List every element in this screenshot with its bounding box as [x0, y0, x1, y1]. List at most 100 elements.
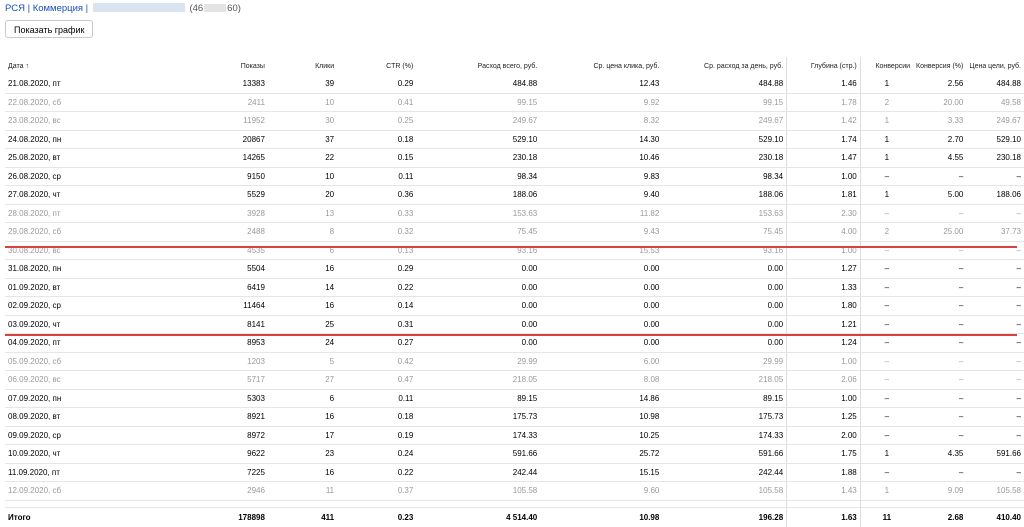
value-cell: –	[966, 426, 1024, 445]
value-cell: 0.29	[337, 259, 417, 279]
value-cell: 25.00	[913, 222, 967, 242]
value-cell: 0.00	[540, 259, 663, 279]
date-cell: 11.09.2020, пт	[5, 463, 132, 482]
value-cell: 6419	[131, 278, 268, 297]
value-cell: 0.36	[337, 185, 417, 205]
value-cell: 0.11	[337, 389, 417, 408]
value-cell: 0.15	[337, 148, 417, 168]
column-header[interactable]: Конверсии	[859, 57, 914, 75]
value-cell: 1	[859, 75, 914, 94]
value-cell: 175.73	[416, 407, 541, 427]
total-cell: 10.98	[639, 512, 660, 522]
value-cell: 2.06	[786, 370, 861, 390]
value-cell: 9.92	[540, 93, 663, 112]
total-cell: 2.68	[947, 512, 964, 522]
value-cell: 10	[267, 93, 338, 112]
column-header[interactable]: Глубина (стр.)	[786, 57, 861, 75]
value-cell: 218.05	[416, 370, 541, 390]
date-cell: 21.08.2020, пт	[5, 75, 132, 94]
value-cell: 10.46	[540, 148, 663, 168]
column-header[interactable]: CTR (%)	[337, 57, 416, 75]
date-cell: 12.09.2020, сб	[5, 481, 132, 501]
value-cell: –	[913, 296, 967, 316]
redacted-id-part	[204, 4, 227, 12]
column-header[interactable]: Расход всего, руб.	[416, 57, 540, 75]
value-cell: 7225	[131, 463, 268, 482]
value-cell: –	[859, 259, 914, 279]
value-cell: 0.00	[662, 296, 787, 316]
date-cell: 06.09.2020, вс	[5, 370, 132, 390]
total-cell: 411	[321, 512, 335, 522]
value-cell: 105.58	[416, 481, 541, 501]
value-cell: 22	[267, 148, 338, 168]
value-cell: 39	[267, 75, 338, 94]
value-cell: 0.14	[337, 296, 417, 316]
table-row: 11.09.2020, пт 7225 16 0.22 242.44 15.15 242.4…	[5, 463, 1024, 482]
value-cell: 484.88	[416, 75, 541, 94]
total-row: Итого 178898 411 0.23 4 514.40 10.98 196.28 1.6…	[5, 507, 1024, 527]
value-cell: 2411	[131, 93, 268, 112]
value-cell: 75.45	[662, 222, 787, 242]
column-header[interactable]: Цена цели, руб.	[966, 57, 1024, 75]
table-row: 10.09.2020, чт 9622 23 0.24 591.66 25.72 591.6…	[5, 444, 1024, 464]
value-cell: –	[913, 204, 967, 223]
total-cell: 196.28	[758, 512, 784, 522]
value-cell: 0.00	[416, 278, 541, 297]
value-cell: 75.45	[416, 222, 541, 242]
value-cell: 1.47	[786, 148, 861, 168]
value-cell: 27	[267, 370, 338, 390]
value-cell: 1.33	[786, 278, 861, 297]
value-cell: –	[913, 259, 967, 279]
value-cell: 11.82	[540, 204, 663, 223]
value-cell: 230.18	[416, 148, 541, 168]
value-cell: 93.16	[662, 241, 787, 260]
value-cell: 20	[267, 185, 338, 205]
value-cell: 16	[267, 463, 338, 482]
value-cell: 5.00	[913, 185, 967, 205]
date-cell: 22.08.2020, сб	[5, 93, 132, 112]
show-chart-button[interactable]: Показать график	[5, 20, 94, 38]
stats-table: Дата ↑ Показы Клики CTR (%) Расход всего, ру…	[5, 57, 1024, 527]
column-header[interactable]: Клики	[268, 57, 337, 75]
column-header-date-sort[interactable]: Дата ↑	[5, 57, 132, 75]
value-cell: 0.00	[540, 278, 663, 297]
value-cell: 1	[859, 148, 914, 168]
column-header[interactable]: Конверсия (%)	[913, 57, 966, 75]
value-cell: 5717	[131, 370, 268, 390]
value-cell: 2	[859, 222, 914, 242]
value-cell: –	[966, 167, 1024, 186]
value-cell: 8972	[131, 426, 268, 445]
table-row: 03.09.2020, чт 8141 25 0.31 0.00 0.00 0.00 1.21…	[5, 315, 1024, 334]
value-cell: 10.98	[540, 407, 663, 427]
value-cell: 1	[859, 130, 914, 149]
value-cell: 2488	[131, 222, 268, 242]
value-cell: 1.21	[786, 315, 861, 334]
table-row: 09.09.2020, ср 8972 17 0.19 174.33 10.25 174.3…	[5, 426, 1024, 445]
total-cell: 4 514.40	[506, 512, 538, 522]
value-cell: 3928	[131, 204, 268, 223]
value-cell: 4.00	[786, 222, 861, 242]
value-cell: 8141	[131, 315, 268, 334]
table-row: 29.08.2020, сб 2488 8 0.32 75.45 9.43 75.45 4.0…	[5, 222, 1024, 242]
value-cell: 9.09	[913, 481, 967, 501]
total-label: Итого	[8, 512, 31, 522]
date-cell: 25.08.2020, вт	[5, 148, 132, 168]
table-row: 31.08.2020, пн 5504 16 0.29 0.00 0.00 0.00 1.27…	[5, 259, 1024, 279]
column-header[interactable]: Ср. расход за день, руб.	[662, 57, 786, 75]
column-header[interactable]: Показы	[132, 57, 268, 75]
value-cell: –	[913, 333, 967, 353]
value-cell: 12.43	[540, 75, 663, 94]
value-cell: –	[859, 389, 914, 408]
value-cell: 13383	[131, 75, 268, 94]
value-cell: 175.73	[662, 407, 787, 427]
total-cell: 11	[859, 507, 914, 527]
breadcrumb-path[interactable]: РСЯ | Коммерция |	[5, 3, 88, 14]
value-cell: 29.99	[662, 352, 787, 371]
value-cell: 98.34	[416, 167, 541, 186]
table-row: 21.08.2020, пт 13383 39 0.29 484.88 12.43 484.…	[5, 75, 1024, 94]
total-cell: 1.63	[786, 507, 861, 527]
value-cell: 0.22	[337, 463, 417, 482]
value-cell: 0.27	[337, 333, 417, 353]
value-cell: 49.58	[966, 93, 1024, 112]
column-header[interactable]: Ср. цена клика, руб.	[540, 57, 662, 75]
